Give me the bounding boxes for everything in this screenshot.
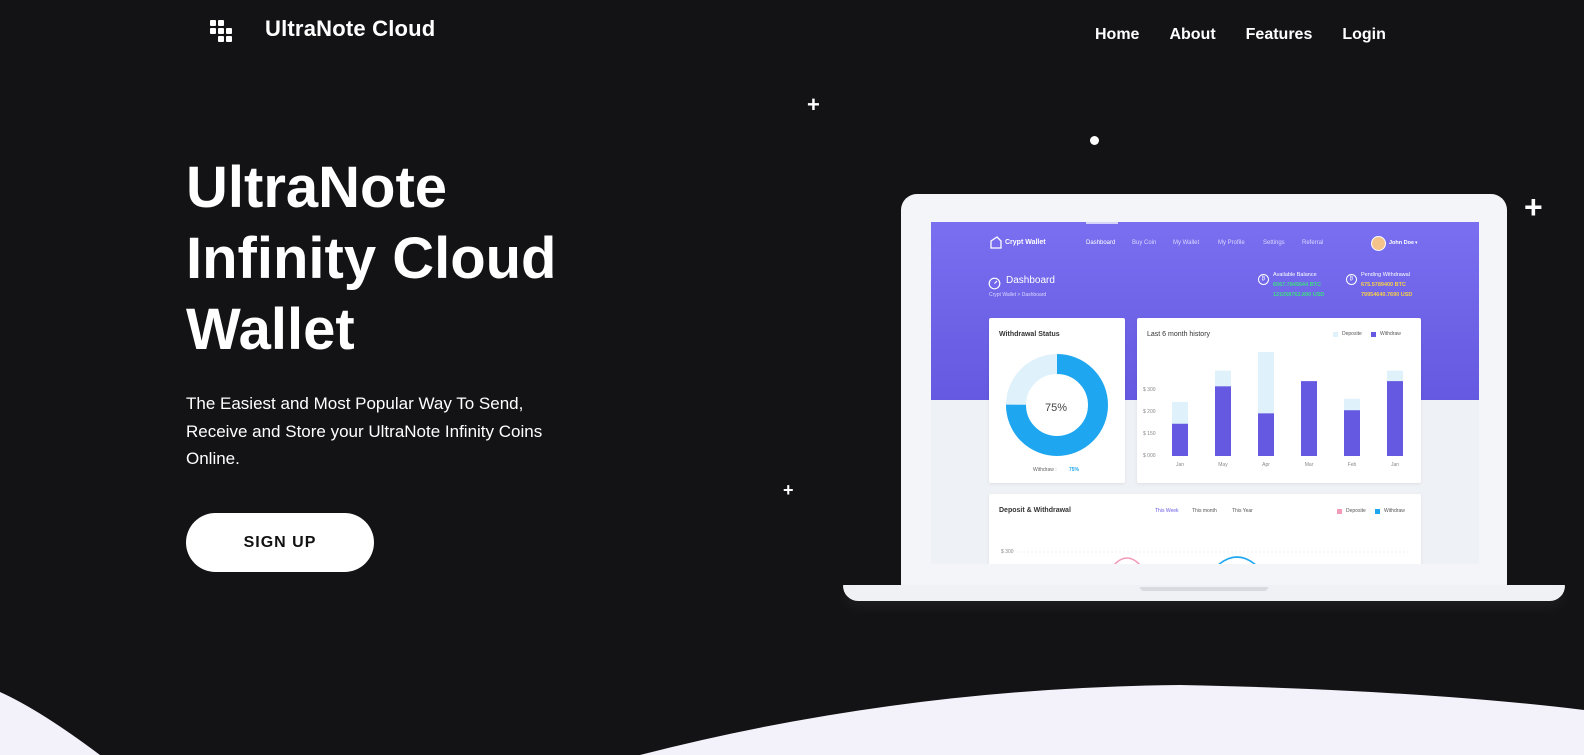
breadcrumb: Crypt Wallet > Dashboard	[989, 292, 1047, 298]
nav-home[interactable]: Home	[1080, 24, 1154, 46]
main-nav: Home About Features Login	[1080, 24, 1401, 46]
signup-button[interactable]: SIGN UP	[186, 513, 374, 572]
menu-settings: Settings	[1263, 240, 1285, 246]
sparkle-dot-icon	[1090, 136, 1099, 145]
menu-dashboard: Dashboard	[1086, 240, 1116, 246]
dashboard-mockup: Crypt Wallet Dashboard Buy Coin My Walle…	[931, 222, 1479, 564]
menu-buy-coin: Buy Coin	[1132, 240, 1157, 246]
x-tick-label: Mar	[1305, 462, 1314, 468]
dw-line-chart	[1019, 551, 1409, 564]
bar-withdraw	[1215, 386, 1231, 456]
pending-withdrawal-label: Pending Withdrawal	[1361, 272, 1410, 278]
nav-about[interactable]: About	[1154, 24, 1230, 46]
bitcoin-icon: ₿	[1346, 274, 1357, 285]
withdraw-value: 75%	[1069, 467, 1080, 473]
chevron-down-icon: ▾	[1415, 240, 1418, 246]
x-tick-label: May	[1218, 462, 1228, 468]
laptop-notch	[1140, 587, 1268, 591]
withdrawal-status-title: Withdrawal Status	[999, 331, 1060, 338]
gauge-icon	[988, 277, 1001, 290]
bar-withdraw	[1172, 423, 1188, 456]
history-card: Last 6 month history Deposite Withdraw $…	[1137, 318, 1421, 483]
bottom-wave	[0, 685, 1584, 755]
menu-referral: Referral	[1302, 240, 1324, 246]
active-tab-indicator	[1086, 222, 1118, 224]
app-name: Crypt Wallet	[1005, 239, 1046, 246]
bar-withdraw	[1387, 381, 1403, 456]
hero-title: UltraNote Infinity Cloud Wallet	[186, 155, 557, 362]
x-tick-label: Jan	[1391, 462, 1399, 468]
withdrawal-status-card: Withdrawal Status 75% Withdraw : 75%	[989, 318, 1125, 483]
dashboard-title: Dashboard	[1006, 275, 1055, 286]
available-usd: 121058762.890 USD	[1273, 292, 1325, 298]
brand-name[interactable]: UltraNote Cloud	[265, 16, 435, 42]
available-balance-label: Available Balance	[1273, 272, 1317, 278]
sparkle-plus-icon: +	[1524, 189, 1543, 225]
sparkle-plus-icon: +	[783, 480, 794, 500]
pending-usd: 79954640.7690 USD	[1361, 292, 1413, 298]
menu-my-wallet: My Wallet	[1173, 240, 1200, 246]
logo-icon[interactable]	[210, 18, 240, 48]
sparkle-plus-icon: +	[807, 92, 820, 117]
bar-withdraw	[1301, 381, 1317, 456]
x-tick-label: Jan	[1176, 462, 1184, 468]
bar-withdraw	[1258, 413, 1274, 456]
x-tick-label: Feb	[1348, 462, 1357, 468]
menu-my-profile: My Profile	[1218, 240, 1245, 246]
dw-withdraw-line	[1218, 556, 1256, 564]
history-bar-chart: Jan May Apr Mar Feb Jan	[1172, 352, 1403, 468]
user-name: John Doe	[1389, 240, 1415, 246]
donut-percent: 75%	[1045, 402, 1068, 414]
pending-btc: 675.5789400 BTC	[1361, 282, 1406, 288]
dw-deposit-line	[1113, 557, 1141, 564]
x-tick-label: Apr	[1262, 462, 1270, 468]
avatar	[1371, 236, 1386, 251]
bitcoin-icon: ₿	[1258, 274, 1269, 285]
nav-login[interactable]: Login	[1327, 24, 1401, 46]
bar-withdraw	[1344, 410, 1360, 456]
deposit-withdrawal-card: Deposit & Withdrawal This Week This mont…	[989, 494, 1421, 564]
withdraw-label: Withdraw :	[1033, 467, 1057, 473]
available-btc: 6067.7845644 BTC	[1273, 282, 1322, 288]
nav-features[interactable]: Features	[1231, 24, 1328, 46]
hero-subtitle: The Easiest and Most Popular Way To Send…	[186, 394, 543, 468]
wallet-icon	[990, 236, 1002, 249]
